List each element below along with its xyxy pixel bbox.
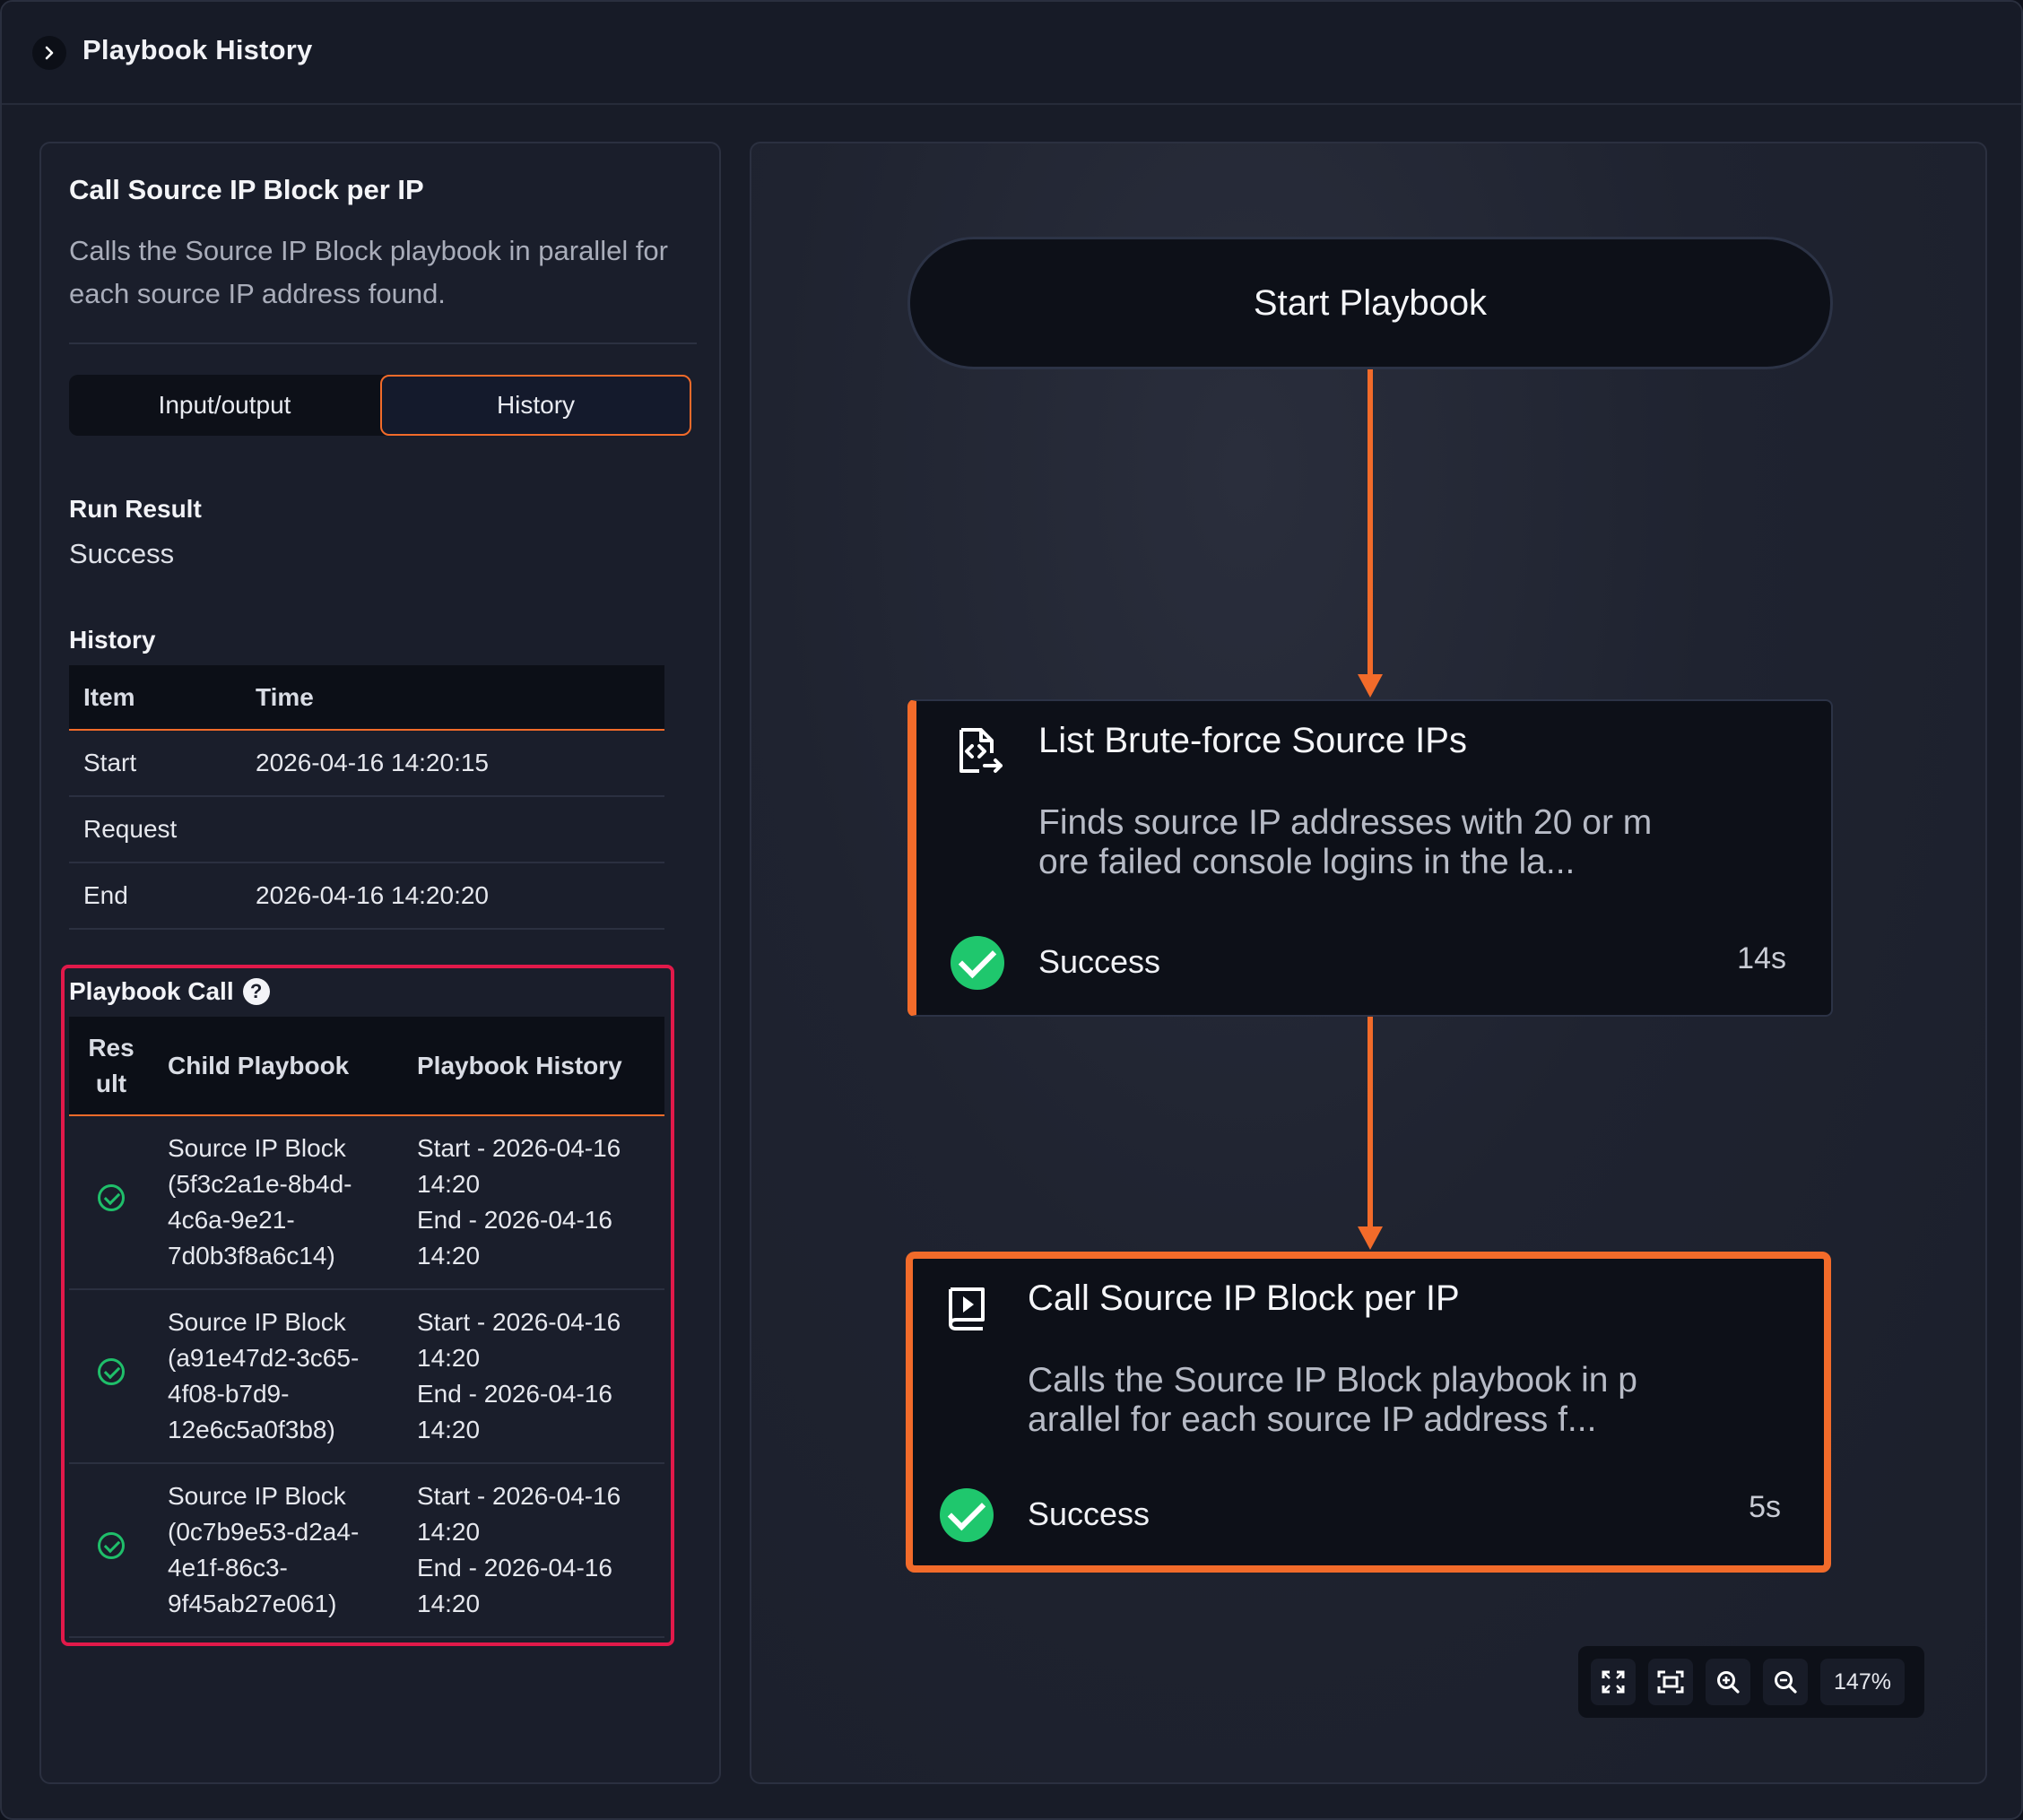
- node-status: Success: [1038, 943, 1161, 980]
- child-playbook-cell[interactable]: Source IP Block (0c7b9e53-d2a4- 4e1f-86c…: [153, 1463, 403, 1638]
- history-item: Start: [69, 730, 241, 797]
- playbook-play-icon: [949, 1287, 985, 1330]
- column-header-item: Item: [69, 665, 241, 731]
- node-description: Finds source IP addresses with 20 or m o…: [1038, 803, 1653, 881]
- success-check-icon: [940, 1488, 994, 1542]
- tab-input-output[interactable]: Input/output: [69, 375, 380, 436]
- details-panel: Call Source IP Block per IP Calls the So…: [39, 142, 721, 1784]
- chevron-right-icon[interactable]: [32, 36, 66, 70]
- history-time: 2026-04-16 14:20:15: [241, 730, 664, 797]
- node-title: List Brute-force Source IPs: [1038, 721, 1467, 760]
- child-playbook-cell[interactable]: Source IP Block (5f3c2a1e-8b4d- 4c6a-9e2…: [153, 1115, 403, 1290]
- child-playbook-cell[interactable]: Source IP Block (a91e47d2-3c65- 4f08-b7d…: [153, 1289, 403, 1464]
- node-duration: 5s: [1749, 1490, 1781, 1524]
- success-check-icon: [951, 936, 1004, 990]
- connector-arrow: [1358, 1226, 1383, 1250]
- playbook-call-heading: Playbook Call ?: [69, 977, 270, 1006]
- zoom-out-button[interactable]: [1763, 1659, 1808, 1705]
- header-bar: Playbook History: [2, 2, 2021, 105]
- start-playbook-node[interactable]: Start Playbook: [907, 237, 1833, 369]
- history-time: [241, 796, 664, 863]
- success-check-icon: [98, 1357, 125, 1385]
- result-cell: [69, 1115, 153, 1290]
- history-time: 2026-04-16 14:20:20: [241, 862, 664, 930]
- flow-node-call-source-ip-block[interactable]: Call Source IP Block per IP Calls the So…: [906, 1252, 1831, 1573]
- flow-node-list-ips[interactable]: List Brute-force Source IPs Finds source…: [907, 699, 1833, 1017]
- tab-bar: Input/output History: [69, 375, 691, 436]
- divider: [69, 342, 697, 344]
- playbook-history-cell: Start - 2026-04-16 14:20 End - 2026-04-1…: [403, 1463, 664, 1638]
- connector-line: [1367, 1017, 1373, 1228]
- help-icon[interactable]: ?: [242, 978, 270, 1005]
- zoom-out-icon: [1775, 1671, 1797, 1694]
- run-result-value: Success: [69, 538, 175, 569]
- result-cell: [69, 1463, 153, 1638]
- node-status: Success: [1028, 1495, 1150, 1532]
- success-check-icon: [98, 1183, 125, 1211]
- table-row: Source IP Block (5f3c2a1e-8b4d- 4c6a-9e2…: [69, 1115, 664, 1290]
- table-row: Request: [69, 796, 664, 863]
- playbook-history-window: Playbook History Call Source IP Block pe…: [0, 0, 2023, 1820]
- flow-canvas[interactable]: Start Playbook List Brute-force Source I…: [750, 142, 1987, 1784]
- connector-arrow: [1358, 674, 1383, 698]
- column-header-child-playbook: Child Playbook: [153, 1017, 403, 1116]
- node-description: Calls the Source IP Block playbook in p …: [1028, 1361, 1637, 1439]
- history-item: Request: [69, 796, 241, 863]
- zoom-in-icon: [1717, 1671, 1740, 1694]
- playbook-call-table: Res ult Child Playbook Playbook History …: [69, 1017, 664, 1638]
- fit-view-button[interactable]: [1648, 1659, 1693, 1705]
- node-title: Call Source IP Block per IP: [1028, 1278, 1460, 1318]
- column-header-playbook-history: Playbook History: [403, 1017, 664, 1116]
- tab-history[interactable]: History: [380, 375, 691, 436]
- panel-title: Call Source IP Block per IP: [69, 174, 424, 205]
- node-duration: 14s: [1737, 941, 1786, 975]
- history-label: History: [69, 626, 156, 654]
- playbook-call-label: Playbook Call: [69, 977, 234, 1005]
- run-result-label: Run Result: [69, 495, 202, 523]
- table-row: End 2026-04-16 14:20:20: [69, 862, 664, 930]
- fit-view-icon: [1657, 1670, 1684, 1694]
- result-cell: [69, 1289, 153, 1464]
- column-header-time: Time: [241, 665, 664, 731]
- connector-line: [1367, 369, 1373, 676]
- panel-description: Calls the Source IP Block playbook in pa…: [69, 235, 668, 309]
- success-check-icon: [98, 1531, 125, 1559]
- fullscreen-button[interactable]: [1591, 1659, 1636, 1705]
- zoom-in-button[interactable]: [1706, 1659, 1750, 1705]
- table-row: Source IP Block (0c7b9e53-d2a4- 4e1f-86c…: [69, 1463, 664, 1638]
- table-row: Start 2026-04-16 14:20:15: [69, 730, 664, 797]
- zoom-level[interactable]: 147%: [1820, 1659, 1905, 1705]
- fullscreen-icon: [1602, 1670, 1625, 1694]
- playbook-history-cell: Start - 2026-04-16 14:20 End - 2026-04-1…: [403, 1115, 664, 1290]
- zoom-toolbar: 147%: [1578, 1646, 1924, 1718]
- page-title: Playbook History: [82, 34, 313, 65]
- history-table: Item Time Start 2026-04-16 14:20:15 Requ…: [69, 665, 664, 930]
- history-item: End: [69, 862, 241, 930]
- playbook-history-cell: Start - 2026-04-16 14:20 End - 2026-04-1…: [403, 1289, 664, 1464]
- code-file-icon: [959, 728, 1003, 773]
- column-header-result: Res ult: [69, 1017, 153, 1116]
- table-row: Source IP Block (a91e47d2-3c65- 4f08-b7d…: [69, 1289, 664, 1464]
